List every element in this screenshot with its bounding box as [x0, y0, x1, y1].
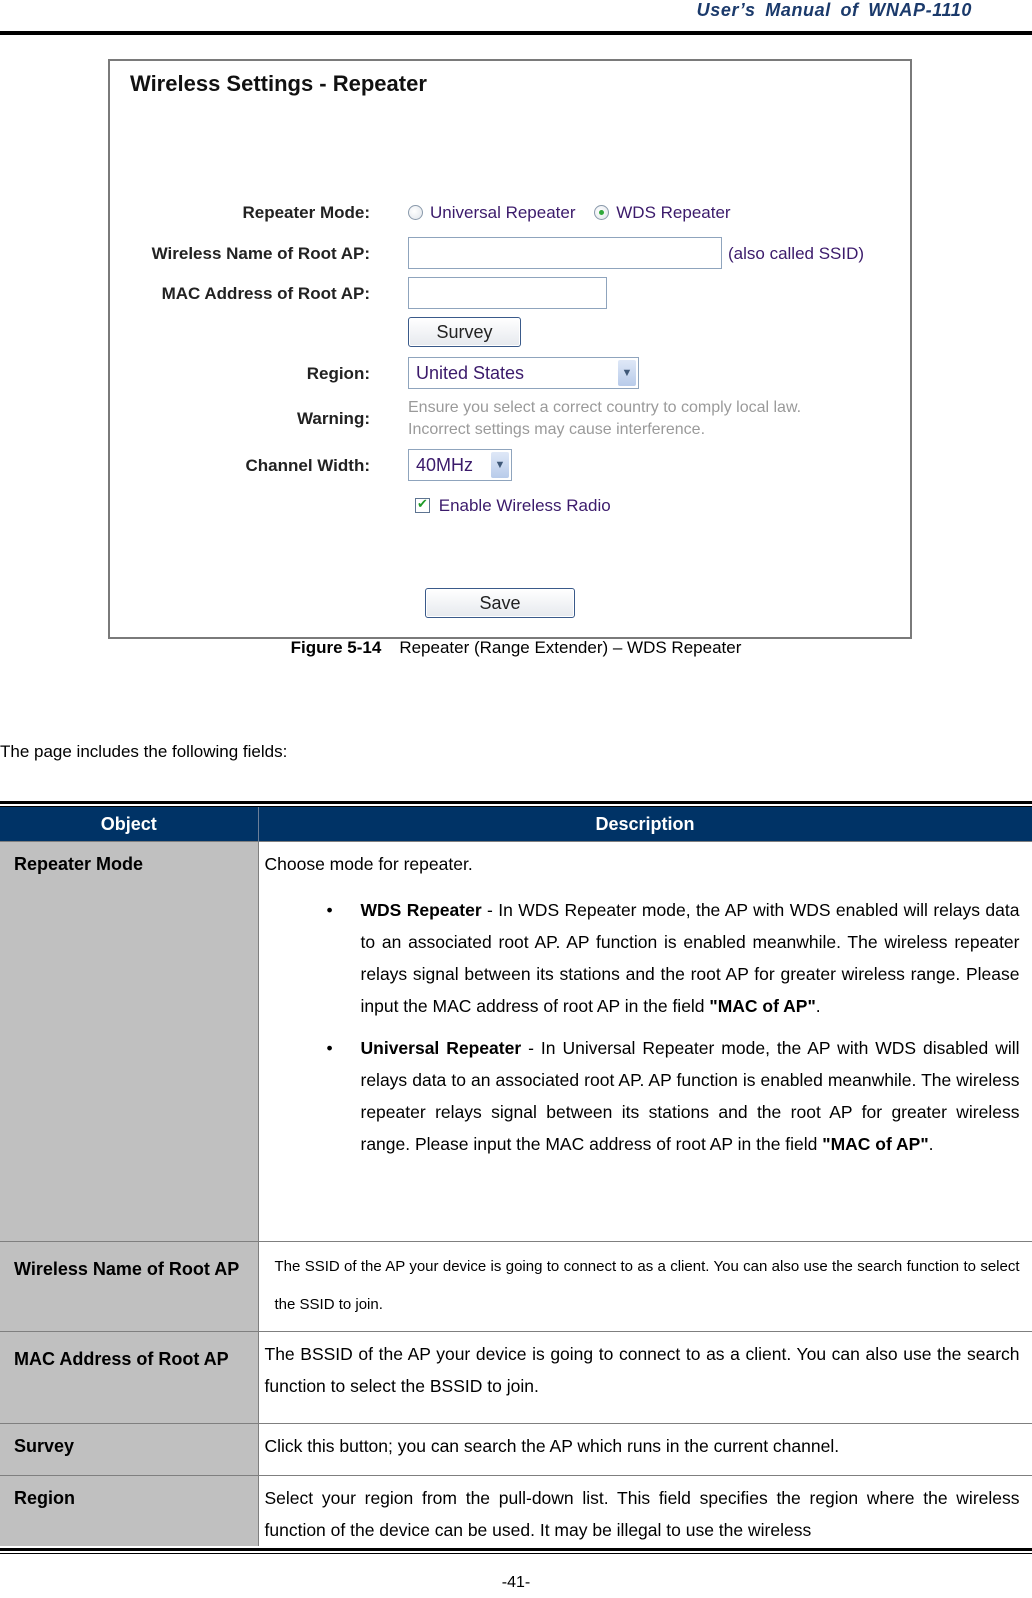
figure-caption: Figure 5-14 Repeater (Range Extender) – W…	[0, 638, 1032, 658]
warning-label: Warning:	[296, 409, 370, 428]
list-item-end: .	[928, 1134, 934, 1154]
mac-address-input[interactable]	[408, 277, 607, 309]
fields-table: Object Description Repeater Mode Choose …	[0, 807, 1032, 1546]
repeater-mode-label: Repeater Mode:	[242, 203, 370, 222]
list-item: • WDS Repeater - In WDS Repeater mode, th…	[265, 894, 1020, 1022]
universal-repeater-label[interactable]: Universal Repeater	[430, 203, 576, 222]
wds-repeater-radio[interactable]	[594, 205, 610, 220]
description-cell: Select your region from the pull-down li…	[258, 1475, 1032, 1546]
settings-page-title: Wireless Settings - Repeater	[130, 71, 427, 96]
bullet-icon: •	[326, 900, 333, 920]
enable-wireless-radio-row: Enable Wireless Radio	[415, 496, 611, 516]
table-bottom-rule	[0, 1548, 1032, 1551]
header-rule	[0, 31, 1032, 35]
description-cell: The BSSID of the AP your device is going…	[258, 1331, 1032, 1424]
warning-line-2: Incorrect settings may cause interferenc…	[408, 421, 706, 438]
chevron-down-icon[interactable]: ▼	[491, 452, 509, 478]
channel-width-selected-value: 40MHz	[416, 455, 474, 475]
table-row: Survey Click this button; you can search…	[0, 1423, 1032, 1476]
figure-number: Figure 5-14	[290, 638, 382, 657]
intro-paragraph: The page includes the following fields:	[0, 742, 288, 761]
chevron-down-icon[interactable]: ▼	[618, 360, 636, 386]
description-cell: The SSID of the AP your device is going …	[258, 1241, 1032, 1332]
table-header-row: Object Description	[0, 807, 1032, 842]
table-row: MAC Address of Root AP The BSSID of the …	[0, 1331, 1032, 1424]
object-cell: Repeater Mode	[0, 841, 259, 1242]
enable-wireless-radio-checkbox[interactable]	[415, 496, 430, 513]
channel-width-select[interactable]: 40MHz ▼	[408, 449, 512, 481]
table-row: Repeater Mode Choose mode for repeater. …	[0, 841, 1032, 1242]
list-item-end: .	[815, 996, 821, 1016]
wireless-name-input[interactable]	[408, 237, 722, 269]
column-header-description: Description	[258, 807, 1032, 842]
column-header-object: Object	[0, 807, 259, 842]
running-header: User’s Manual of WNAP-1110	[0, 0, 1032, 36]
list-item-field: "MAC of AP"	[709, 996, 816, 1016]
list-item-field: "MAC of AP"	[822, 1134, 929, 1154]
mac-address-label: MAC Address of Root AP:	[161, 284, 370, 303]
page-number: -41-	[501, 1574, 531, 1591]
table-top-rule	[0, 801, 1032, 804]
object-cell: Survey	[0, 1423, 259, 1476]
bullet-icon: •	[326, 1038, 333, 1058]
object-cell: MAC Address of Root AP	[0, 1331, 259, 1424]
list-item-term: WDS Repeater	[360, 900, 482, 920]
table-bottom-rule-thin	[0, 1553, 1032, 1554]
wds-repeater-label[interactable]: WDS Repeater	[616, 203, 730, 222]
region-label: Region:	[306, 364, 370, 383]
description-cell: Choose mode for repeater. • WDS Repeater …	[258, 841, 1032, 1242]
table-row: Wireless Name of Root AP The SSID of the…	[0, 1241, 1032, 1332]
description-cell: Click this button; you can search the AP…	[258, 1423, 1032, 1476]
save-button[interactable]: Save	[425, 588, 575, 618]
object-cell: Wireless Name of Root AP	[0, 1241, 259, 1332]
figure-caption-text: Repeater (Range Extender) – WDS Repeater	[399, 638, 742, 657]
channel-width-label: Channel Width:	[245, 456, 371, 475]
repeater-settings-screenshot: Wireless Settings - Repeater Repeater Mo…	[108, 59, 912, 639]
enable-wireless-radio-label[interactable]: Enable Wireless Radio	[439, 496, 611, 515]
repeater-mode-group: Universal Repeater WDS Repeater	[408, 203, 745, 223]
table-row: Region Select your region from the pull-…	[0, 1475, 1032, 1546]
wireless-name-label: Wireless Name of Root AP:	[151, 244, 370, 263]
region-selected-value: United States	[416, 363, 525, 383]
list-item: • Universal Repeater - In Universal Repea…	[265, 1032, 1020, 1160]
warning-text: Ensure you select a correct country to c…	[408, 397, 801, 441]
survey-button[interactable]: Survey	[408, 317, 521, 347]
manual-title: User’s Manual of WNAP-1110	[696, 0, 972, 20]
ssid-hint: (also called SSID)	[728, 244, 865, 263]
mode-list: • WDS Repeater - In WDS Repeater mode, th…	[265, 894, 1020, 1160]
object-cell: Region	[0, 1475, 259, 1546]
description-intro: Choose mode for repeater.	[264, 854, 473, 874]
universal-repeater-radio[interactable]	[408, 205, 423, 220]
region-select[interactable]: United States ▼	[408, 357, 639, 389]
list-item-term: Universal Repeater	[360, 1038, 522, 1058]
warning-line-1: Ensure you select a correct country to c…	[408, 399, 802, 416]
